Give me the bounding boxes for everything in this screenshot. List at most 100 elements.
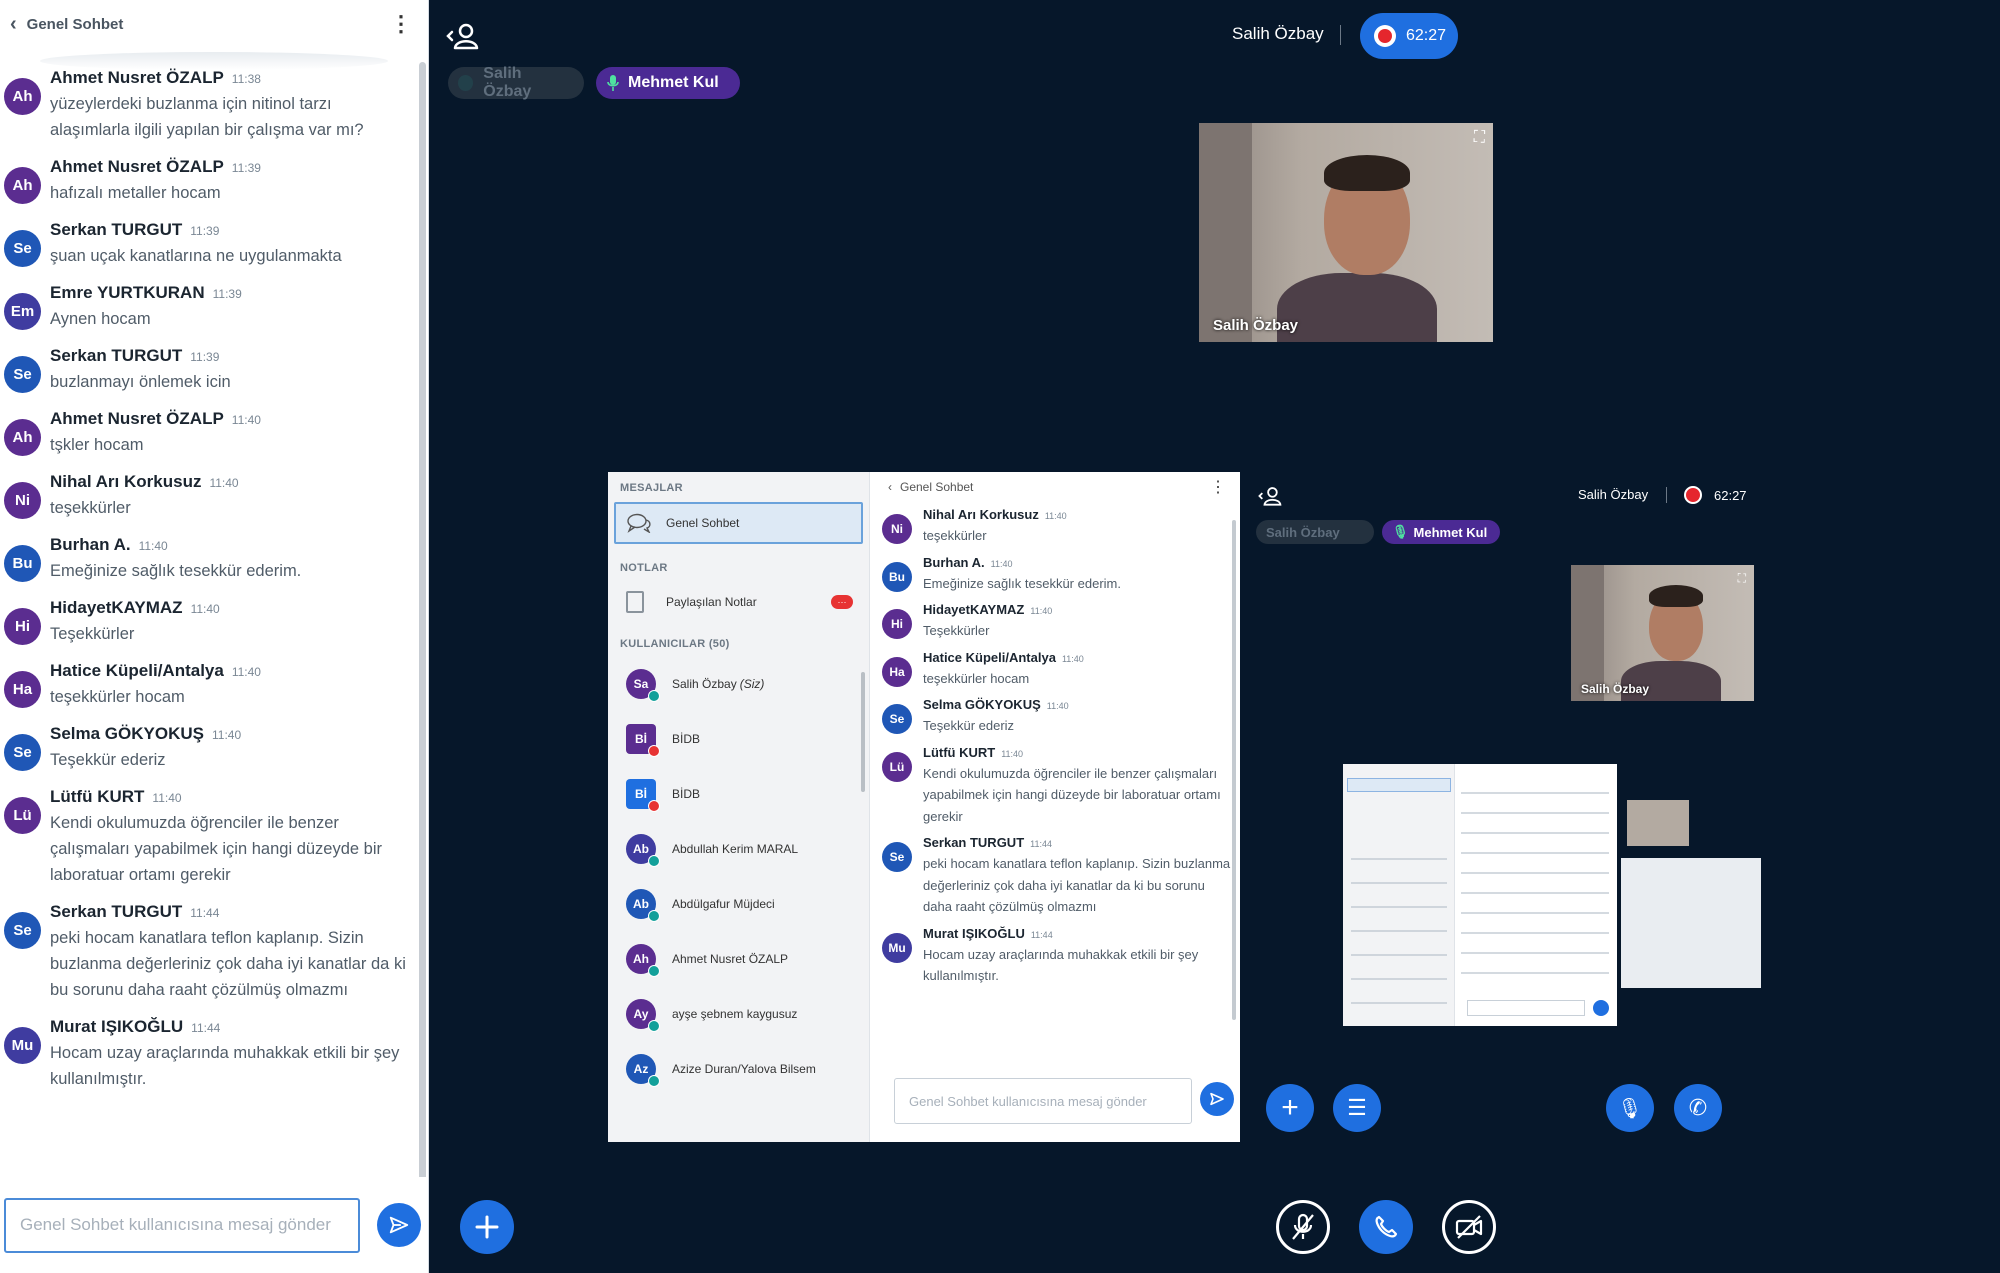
message-text: Emeğinize sağlık tesekkür ederim. — [923, 575, 1121, 591]
chat-message-input[interactable] — [4, 1197, 360, 1253]
screenshare-chat-message: Se Serkan TURGUT 11:44 peki hocam kanatlara… — [870, 834, 1240, 918]
webcam-video[interactable]: ⛶ Salih Özbay — [1199, 123, 1493, 342]
screenshare-chat-message: Ni Nihal Arı Korkusuz 11:40 teşekkürler — [870, 506, 1240, 547]
divider — [1666, 487, 1667, 503]
screenshare-send-button[interactable] — [1200, 1082, 1234, 1116]
user-list: Sa Salih Özbay (Siz) Bİ BİDB Bİ BİDB Ab Abdullah… — [608, 656, 869, 1096]
send-icon — [1210, 1092, 1224, 1106]
talker-pill-salih[interactable]: Salih Özbay — [448, 65, 584, 100]
message-header: Hatice Küpeli/Antalya 11:40 — [50, 659, 410, 684]
user-list-item[interactable]: Ab Abdullah Kerim MARAL — [608, 821, 869, 876]
kebab-icon[interactable]: ⋮ — [1210, 477, 1226, 497]
chat-message: Se Serkan TURGUT 11:39 buzlanmayı önlemek i… — [0, 344, 416, 395]
message-time: 11:40 — [209, 476, 239, 490]
expand-icon[interactable]: ⛶ — [1474, 129, 1485, 147]
avatar[interactable]: Ha — [4, 671, 41, 708]
user-list-item[interactable]: Bİ BİDB — [608, 766, 869, 821]
nested-screenshare-thumbnail-deep — [1621, 764, 1761, 1026]
public-chat-item[interactable]: Genel Sohbet — [614, 502, 863, 544]
chat-message: Lü Lütfü KURT 11:40 Kendi okulumuzda öğrenc… — [0, 785, 416, 888]
nested-talker-pill-salih: Salih Özbay — [1256, 520, 1374, 544]
avatar: Sa — [626, 668, 660, 702]
message-body: Serkan TURGUT 11:44 peki hocam kanatlara t… — [50, 900, 410, 1003]
avatar[interactable]: Lü — [4, 797, 41, 834]
chat-message: Hi HidayetKAYMAZ 11:40 Teşekkürler — [0, 596, 416, 647]
message-header: HidayetKAYMAZ 11:40 — [923, 601, 1052, 620]
chat-panel: ‹ Genel Sohbet ⋮ Ah Ahmet Nusret ÖZALP 11:… — [0, 0, 429, 1273]
avatar[interactable]: Em — [4, 293, 41, 330]
avatar[interactable]: Se — [4, 230, 41, 267]
shared-notes-label: Paylaşılan Notlar — [666, 595, 757, 609]
avatar[interactable]: Ni — [4, 482, 41, 519]
users-icon[interactable] — [446, 20, 482, 52]
users-icon — [1258, 487, 1282, 506]
message-time: 11:40 — [190, 602, 220, 616]
message-text: teşekkürler hocam — [923, 670, 1030, 686]
chat-scrollbar[interactable] — [419, 62, 426, 1187]
notes-heading: NOTLAR — [620, 562, 668, 574]
chat-message: Ni Nihal Arı Korkusuz 11:40 teşekkürler — [0, 470, 416, 521]
message-header: HidayetKAYMAZ 11:40 — [50, 596, 410, 621]
message-header: Hatice Küpeli/Antalya 11:40 — [923, 649, 1084, 668]
user-list-item[interactable]: Bİ BİDB — [608, 711, 869, 766]
message-body: Hatice Küpeli/Antalya 11:40 teşekkürler ho… — [50, 659, 410, 710]
sender-name: Murat IŞIKOĞLU — [923, 925, 1025, 941]
unmute-button[interactable] — [1276, 1200, 1330, 1254]
user-list-item[interactable]: Ah Ahmet Nusret ÖZALP — [608, 931, 869, 986]
avatar: Hi — [882, 609, 912, 639]
recording-button[interactable]: 62:27 — [1360, 13, 1458, 59]
chat-input-row — [0, 1177, 428, 1273]
talker-pill-mehmet[interactable]: Mehmet Kul — [596, 67, 740, 99]
kebab-icon[interactable]: ⋮ — [384, 11, 418, 37]
message-body: Burhan A. 11:40 Emeğinize sağlık tesekkür … — [923, 554, 1121, 595]
avatar: Se — [882, 842, 912, 872]
message-body: Nihal Arı Korkusuz 11:40 teşekkürler — [923, 506, 1067, 547]
avatar: Se — [882, 704, 912, 734]
avatar[interactable]: Se — [4, 912, 41, 949]
avatar[interactable]: Se — [4, 356, 41, 393]
audio-button[interactable] — [1359, 1200, 1413, 1254]
avatar[interactable]: Hi — [4, 608, 41, 645]
screenshare-chat-message: Mu Murat IŞIKOĞLU 11:44 Hocam uzay araçları… — [870, 925, 1240, 987]
avatar[interactable]: Ah — [4, 419, 41, 456]
avatar[interactable]: Ah — [4, 167, 41, 204]
share-webcam-button[interactable] — [1442, 1200, 1496, 1254]
sender-name: Lütfü KURT — [50, 787, 145, 806]
message-body: Serkan TURGUT 11:44 peki hocam kanatlara t… — [923, 834, 1232, 918]
back-icon[interactable]: ‹ — [10, 13, 17, 36]
message-text: tşkler hocam — [50, 436, 144, 454]
chat-message: Se Serkan TURGUT 11:44 peki hocam kanatlara… — [0, 900, 416, 1003]
sender-name: HidayetKAYMAZ — [923, 602, 1025, 617]
status-dot-icon — [458, 75, 474, 91]
send-button[interactable] — [377, 1203, 421, 1247]
user-list-item[interactable]: Az Azize Duran/Yalova Bilsem — [608, 1041, 869, 1096]
message-time: 11:40 — [1061, 653, 1084, 664]
sender-name: Burhan A. — [923, 554, 985, 570]
screenshare-chat-scrollbar[interactable] — [1232, 520, 1236, 1020]
actions-button[interactable] — [460, 1200, 514, 1254]
sender-name: Nihal Arı Korkusuz — [50, 472, 202, 491]
message-time: 11:40 — [1030, 606, 1053, 616]
messages-heading: MESAJLAR — [620, 482, 683, 494]
avatar[interactable]: Bu — [4, 545, 41, 582]
avatar[interactable]: Se — [4, 734, 41, 771]
message-body: Hatice Küpeli/Antalya 11:40 teşekkürler ho… — [923, 649, 1084, 690]
message-header: Selma GÖKYOKUŞ 11:40 — [50, 722, 410, 747]
back-icon[interactable]: ‹ — [888, 480, 892, 494]
message-text: Kendi okulumuzda öğrenciler ile benzer ç… — [50, 814, 382, 884]
chat-message: Bu Burhan A. 11:40 Emeğinize sağlık tesekkü… — [0, 533, 416, 584]
avatar[interactable]: Ah — [4, 78, 41, 115]
user-list-item[interactable]: Sa Salih Özbay (Siz) — [608, 656, 869, 711]
message-time: 11:39 — [212, 287, 242, 301]
mic-icon — [607, 75, 619, 91]
user-list-item[interactable]: Ay ayşe şebnem kaygusuz — [608, 986, 869, 1041]
screenshare-message-input[interactable]: Genel Sohbet kullanıcısına mesaj gönder — [894, 1078, 1192, 1124]
message-body: Emre YURTKURAN 11:39 Aynen hocam — [50, 281, 410, 332]
chat-message: Em Emre YURTKURAN 11:39 Aynen hocam — [0, 281, 416, 332]
user-name: ayşe şebnem kaygusuz — [672, 1006, 798, 1021]
user-list-item[interactable]: Ab Abdülgafur Müjdeci — [608, 876, 869, 931]
avatar[interactable]: Mu — [4, 1027, 41, 1064]
user-list-scrollbar[interactable] — [861, 672, 865, 792]
sender-name: Serkan TURGUT — [50, 902, 183, 921]
shared-notes-item[interactable]: Paylaşılan Notlar ··· — [608, 580, 869, 624]
